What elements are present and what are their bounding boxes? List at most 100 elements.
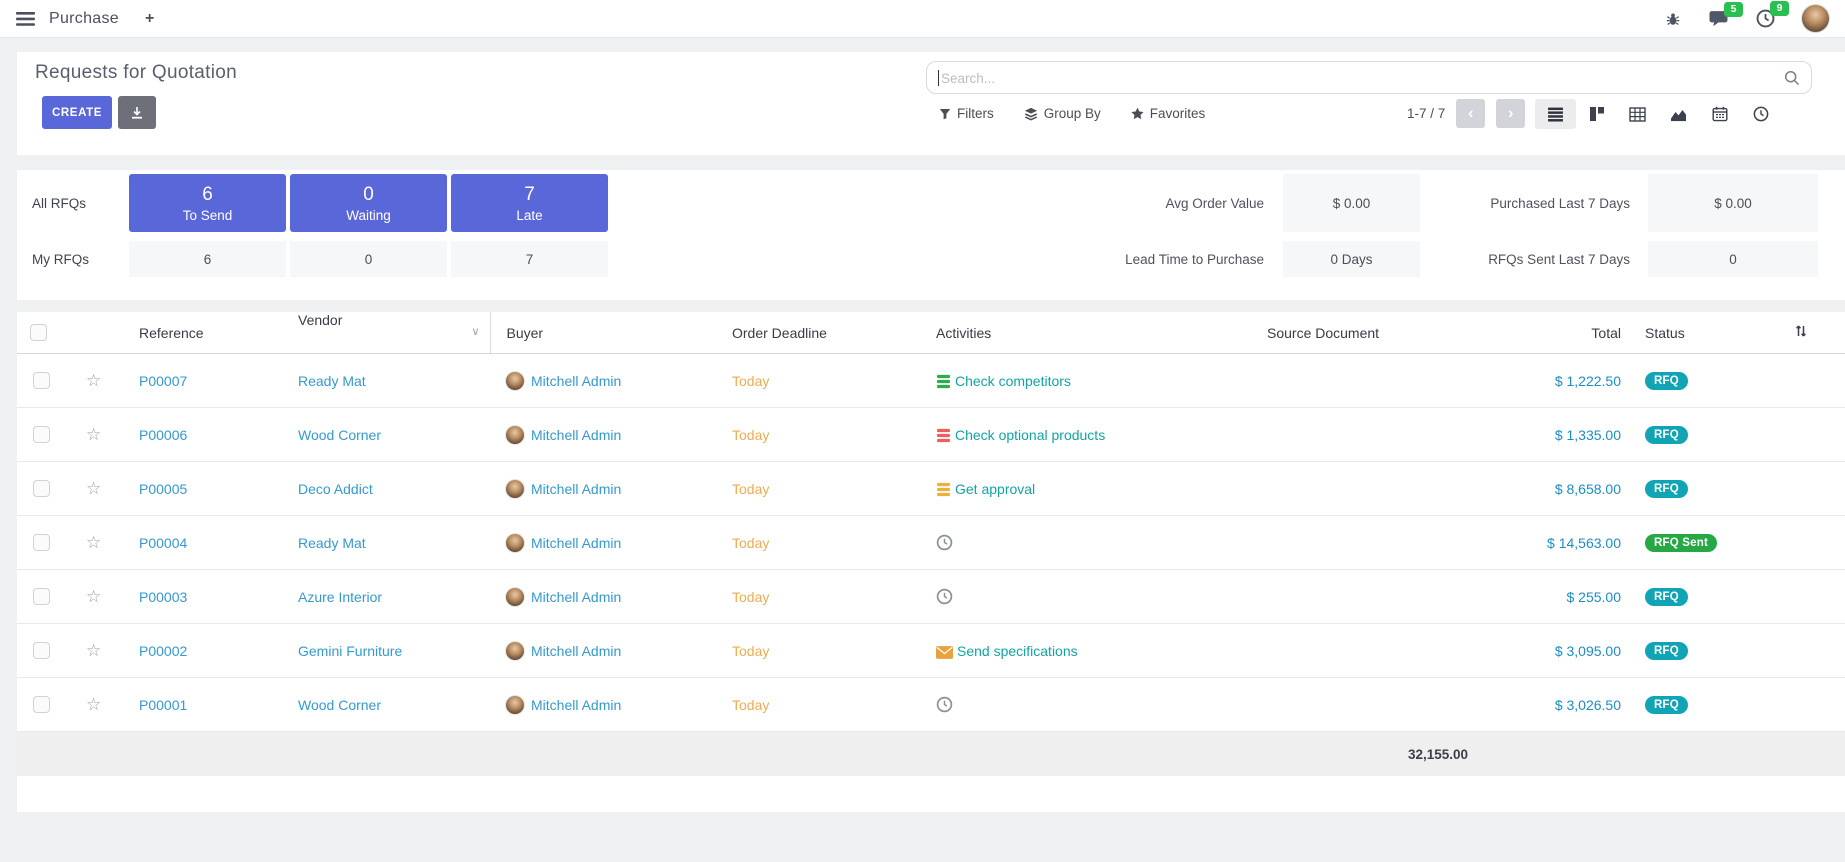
status-cell[interactable]: RFQ <box>1625 462 1765 516</box>
table-row[interactable]: ☆ P00005 Deco Addict Mitchell Admin Toda… <box>17 462 1845 516</box>
column-header-activities[interactable]: Activities <box>910 312 1220 354</box>
status-cell[interactable]: RFQ <box>1625 570 1765 624</box>
column-header-total[interactable]: Total <box>1407 312 1625 354</box>
tile-to-send[interactable]: 6To Send <box>129 174 286 232</box>
activity-label[interactable]: Get approval <box>955 481 1035 497</box>
reference-cell[interactable]: P00001 <box>115 678 285 732</box>
tile-waiting[interactable]: 0Waiting <box>290 174 447 232</box>
table-row[interactable]: ☆ P00003 Azure Interior Mitchell Admin T… <box>17 570 1845 624</box>
order-deadline-cell[interactable]: Today <box>710 354 910 408</box>
activity-envelope-icon[interactable] <box>936 646 953 659</box>
source-document-cell[interactable] <box>1220 408 1407 462</box>
status-cell[interactable]: RFQ <box>1625 624 1765 678</box>
reference-cell[interactable]: P00007 <box>115 354 285 408</box>
column-header-order-deadline[interactable]: Order Deadline <box>710 312 910 354</box>
favorite-star-icon[interactable]: ☆ <box>86 371 101 390</box>
calendar-view-button[interactable] <box>1699 99 1740 129</box>
reference-link[interactable]: P00006 <box>139 427 187 443</box>
total-cell[interactable]: $ 8,658.00 <box>1407 462 1625 516</box>
reference-link[interactable]: P00002 <box>139 643 187 659</box>
vendor-link[interactable]: Wood Corner <box>298 427 381 443</box>
activity-tasks-icon[interactable] <box>936 428 951 443</box>
reference-link[interactable]: P00007 <box>139 373 187 389</box>
row-star-cell[interactable]: ☆ <box>71 462 115 516</box>
vendor-cell[interactable]: Ready Mat <box>285 516 490 570</box>
kanban-view-button[interactable] <box>1576 99 1617 129</box>
purchased-last-7-days-value[interactable]: $ 0.00 <box>1648 174 1818 232</box>
vendor-link[interactable]: Azure Interior <box>298 589 382 605</box>
buyer-cell[interactable]: Mitchell Admin <box>490 624 710 678</box>
vendor-cell[interactable]: Gemini Furniture <box>285 624 490 678</box>
activity-label[interactable]: Check competitors <box>955 373 1071 389</box>
source-document-cell[interactable] <box>1220 570 1407 624</box>
reference-link[interactable]: P00004 <box>139 535 187 551</box>
order-deadline-cell[interactable]: Today <box>710 462 910 516</box>
row-star-cell[interactable]: ☆ <box>71 570 115 624</box>
vendor-link[interactable]: Wood Corner <box>298 697 381 713</box>
row-checkbox[interactable] <box>33 588 50 605</box>
order-deadline-cell[interactable]: Today <box>710 408 910 462</box>
buyer-cell[interactable]: Mitchell Admin <box>490 462 710 516</box>
buyer-link[interactable]: Mitchell Admin <box>531 589 621 605</box>
total-cell[interactable]: $ 14,563.00 <box>1407 516 1625 570</box>
buyer-cell[interactable]: Mitchell Admin <box>490 570 710 624</box>
buyer-link[interactable]: Mitchell Admin <box>531 373 621 389</box>
activity-tasks-icon[interactable] <box>936 374 951 389</box>
reference-cell[interactable]: P00006 <box>115 408 285 462</box>
activity-cell[interactable]: Get approval <box>910 462 1220 516</box>
table-row[interactable]: ☆ P00002 Gemini Furniture Mitchell Admin… <box>17 624 1845 678</box>
row-select-cell[interactable] <box>17 678 71 732</box>
favorite-star-icon[interactable]: ☆ <box>86 695 101 714</box>
column-header-adjust[interactable] <box>1765 312 1845 354</box>
row-checkbox[interactable] <box>33 534 50 551</box>
buyer-link[interactable]: Mitchell Admin <box>531 427 621 443</box>
select-all-header[interactable] <box>17 312 71 354</box>
column-header-source-document[interactable]: Source Document <box>1220 312 1407 354</box>
app-name[interactable]: Purchase <box>49 10 119 28</box>
vendor-link[interactable]: Ready Mat <box>298 373 366 389</box>
column-header-buyer[interactable]: Buyer <box>490 312 710 354</box>
order-deadline-cell[interactable]: Today <box>710 678 910 732</box>
search-input[interactable] <box>939 63 1773 94</box>
row-checkbox[interactable] <box>33 642 50 659</box>
buyer-link[interactable]: Mitchell Admin <box>531 535 621 551</box>
table-row[interactable]: ☆ P00004 Ready Mat Mitchell Admin Today … <box>17 516 1845 570</box>
total-cell[interactable]: $ 3,026.50 <box>1407 678 1625 732</box>
vendor-cell[interactable]: Deco Addict <box>285 462 490 516</box>
activity-cell[interactable] <box>910 570 1220 624</box>
debug-bug-icon[interactable] <box>1665 11 1681 27</box>
rfqs-sent-last-7-days-value[interactable]: 0 <box>1648 241 1818 277</box>
reference-link[interactable]: P00003 <box>139 589 187 605</box>
vendor-cell[interactable]: Azure Interior <box>285 570 490 624</box>
favorite-star-icon[interactable]: ☆ <box>86 587 101 606</box>
my-to-send-value[interactable]: 6 <box>129 241 286 277</box>
column-header-reference[interactable]: Reference <box>115 312 285 354</box>
graph-view-button[interactable] <box>1658 99 1699 129</box>
source-document-cell[interactable] <box>1220 678 1407 732</box>
row-select-cell[interactable] <box>17 408 71 462</box>
source-document-cell[interactable] <box>1220 462 1407 516</box>
row-star-cell[interactable]: ☆ <box>71 408 115 462</box>
vendor-cell[interactable]: Wood Corner <box>285 678 490 732</box>
favorites-button[interactable]: Favorites <box>1131 106 1206 121</box>
reference-cell[interactable]: P00004 <box>115 516 285 570</box>
activities-clock-icon[interactable]: 9 <box>1756 9 1775 28</box>
vendor-link[interactable]: Deco Addict <box>298 481 373 497</box>
export-button[interactable] <box>118 96 156 129</box>
column-header-vendor[interactable]: ∨Vendor <box>285 312 490 354</box>
row-star-cell[interactable]: ☆ <box>71 354 115 408</box>
buyer-cell[interactable]: Mitchell Admin <box>490 678 710 732</box>
vendor-link[interactable]: Gemini Furniture <box>298 643 402 659</box>
total-cell[interactable]: $ 3,095.00 <box>1407 624 1625 678</box>
filters-button[interactable]: Filters <box>939 106 994 121</box>
order-deadline-cell[interactable]: Today <box>710 624 910 678</box>
select-all-checkbox[interactable] <box>30 324 47 341</box>
buyer-cell[interactable]: Mitchell Admin <box>490 354 710 408</box>
activity-tasks-icon[interactable] <box>936 482 951 497</box>
group-by-button[interactable]: Group By <box>1024 106 1101 121</box>
activity-cell[interactable]: Send specifications <box>910 624 1220 678</box>
create-button[interactable]: CREATE <box>42 96 112 129</box>
table-row[interactable]: ☆ P00001 Wood Corner Mitchell Admin Toda… <box>17 678 1845 732</box>
vendor-cell[interactable]: Ready Mat <box>285 354 490 408</box>
reference-cell[interactable]: P00003 <box>115 570 285 624</box>
